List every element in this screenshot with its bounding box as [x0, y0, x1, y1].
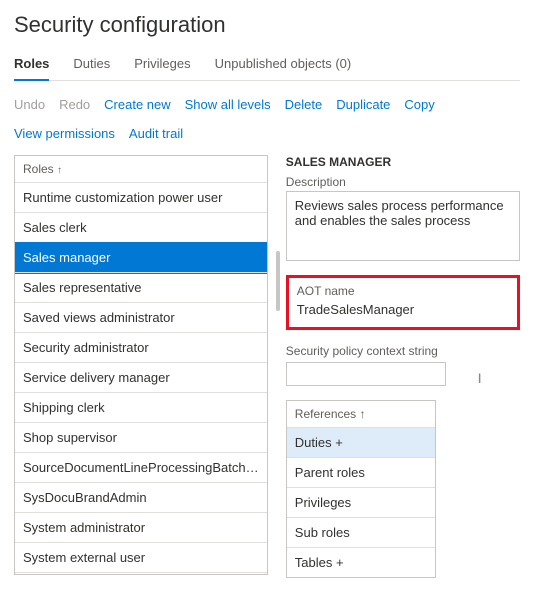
table-row[interactable]: Sales representative — [15, 273, 267, 303]
table-row[interactable]: System administrator — [15, 513, 267, 543]
table-row[interactable]: Runtime customization power user — [15, 183, 267, 213]
policy-label: Security policy context string — [286, 344, 520, 358]
tab-roles[interactable]: Roles — [14, 52, 49, 81]
tab-duties[interactable]: Duties — [73, 52, 110, 80]
table-row[interactable]: Sales manager — [15, 243, 267, 273]
reference-row[interactable]: Duties + — [287, 428, 435, 458]
copy-button[interactable]: Copy — [404, 97, 434, 112]
roles-column-label: Roles — [23, 162, 54, 176]
table-row[interactable]: Service delivery manager — [15, 363, 267, 393]
duplicate-button[interactable]: Duplicate — [336, 97, 390, 112]
table-row[interactable]: SourceDocumentLineProcessingBatchRole — [15, 453, 267, 483]
redo-button[interactable]: Redo — [59, 97, 90, 112]
detail-title: SALES MANAGER — [286, 155, 520, 169]
delete-button[interactable]: Delete — [285, 97, 323, 112]
references-grid: References ↑ Duties + Parent roles Privi… — [286, 400, 436, 578]
aot-name-value: TradeSalesManager — [297, 300, 509, 317]
undo-button[interactable]: Undo — [14, 97, 45, 112]
reference-row[interactable]: Sub roles — [287, 518, 435, 548]
roles-column-header[interactable]: Roles ↑ — [15, 156, 267, 183]
table-row[interactable]: Security administrator — [15, 333, 267, 363]
description-field[interactable]: Reviews sales process performance and en… — [286, 191, 520, 261]
aot-name-highlight: AOT name TradeSalesManager — [286, 275, 520, 330]
show-all-levels-button[interactable]: Show all levels — [185, 97, 271, 112]
table-row[interactable]: Sales clerk — [15, 213, 267, 243]
table-row[interactable]: Saved views administrator — [15, 303, 267, 333]
table-row[interactable]: System health ping role — [15, 573, 267, 575]
reference-row[interactable]: Parent roles — [287, 458, 435, 488]
reference-row[interactable]: Privileges — [287, 488, 435, 518]
description-label: Description — [286, 175, 520, 189]
table-row[interactable]: SysDocuBrandAdmin — [15, 483, 267, 513]
reference-row[interactable]: Tables + — [287, 548, 435, 577]
roles-grid: Roles ↑ Runtime customization power user… — [14, 155, 268, 575]
table-row[interactable]: Shop supervisor — [15, 423, 267, 453]
aot-name-label: AOT name — [297, 284, 509, 298]
toolbar: Undo Redo Create new Show all levels Del… — [14, 97, 520, 141]
tab-unpublished[interactable]: Unpublished objects (0) — [215, 52, 352, 80]
sort-ascending-icon: ↑ — [360, 407, 366, 421]
sort-ascending-icon: ↑ — [57, 165, 62, 176]
audit-trail-button[interactable]: Audit trail — [129, 126, 183, 141]
create-new-button[interactable]: Create new — [104, 97, 170, 112]
splitter-handle[interactable] — [276, 251, 280, 311]
policy-input[interactable] — [286, 362, 446, 386]
table-row[interactable]: System external user — [15, 543, 267, 573]
tab-privileges[interactable]: Privileges — [134, 52, 190, 80]
view-permissions-button[interactable]: View permissions — [14, 126, 115, 141]
references-column-header[interactable]: References ↑ — [287, 401, 435, 428]
table-row[interactable]: Shipping clerk — [15, 393, 267, 423]
page-title: Security configuration — [14, 12, 520, 38]
resize-grip-icon[interactable]: || — [478, 373, 482, 387]
detail-pane: SALES MANAGER Description Reviews sales … — [286, 155, 520, 578]
references-column-label: References — [295, 407, 356, 421]
tab-strip: Roles Duties Privileges Unpublished obje… — [14, 52, 520, 81]
